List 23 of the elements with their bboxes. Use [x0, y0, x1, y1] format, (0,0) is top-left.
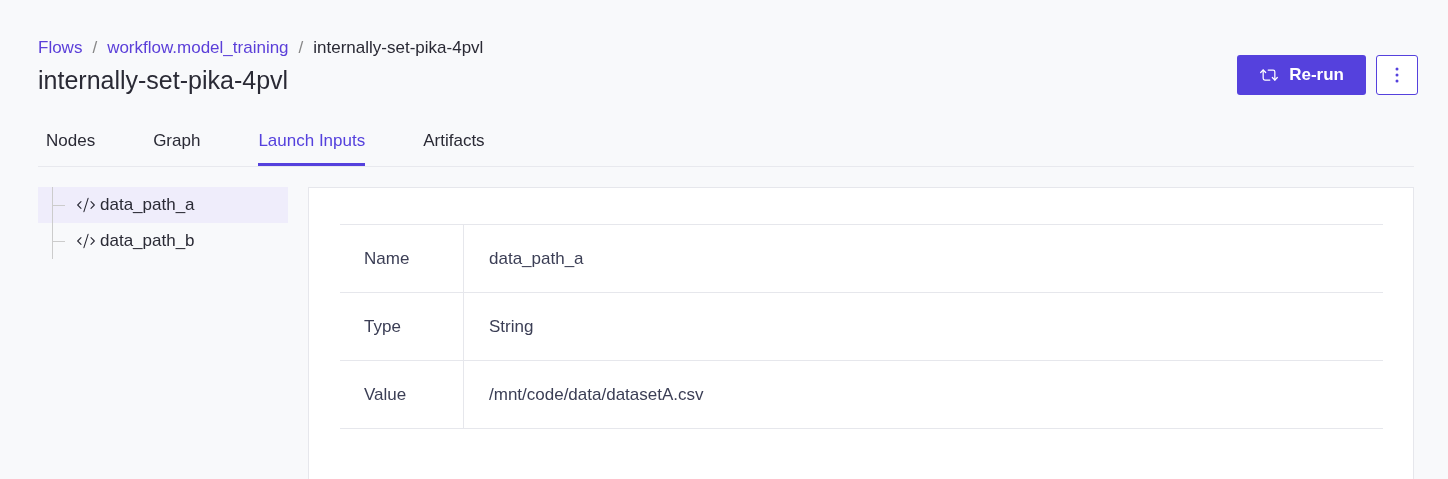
current-page-label: internally-set-pika-4pvl [313, 38, 484, 58]
tab[interactable]: Graph [153, 127, 201, 166]
tab[interactable]: Launch Inputs [258, 127, 366, 166]
code-icon [76, 231, 96, 251]
field-value: /mnt/code/data/datasetA.csv [488, 383, 704, 406]
tab[interactable]: Artifacts [423, 127, 485, 166]
code-icon [76, 195, 96, 215]
tree-item[interactable]: data_path_b [38, 223, 288, 259]
breadcrumb-separator: / [298, 38, 304, 58]
more-button[interactable] [1376, 55, 1418, 95]
field-label: Type [340, 293, 464, 360]
rerun-button[interactable]: Re-run [1237, 55, 1366, 95]
field-value: String [488, 315, 534, 338]
breadcrumb-link[interactable]: Flows [38, 38, 83, 58]
field-value: data_path_a [488, 247, 584, 270]
tab[interactable]: Nodes [46, 127, 96, 166]
field-label: Value [340, 361, 464, 428]
breadcrumb-separator: / [92, 38, 98, 58]
more-icon [1395, 67, 1399, 83]
field-label: Name [340, 225, 464, 292]
page-title: internally-set-pika-4pvl [38, 66, 290, 95]
breadcrumb-link[interactable]: workflow.model_training [107, 38, 289, 58]
tree-item[interactable]: data_path_a [38, 187, 288, 223]
